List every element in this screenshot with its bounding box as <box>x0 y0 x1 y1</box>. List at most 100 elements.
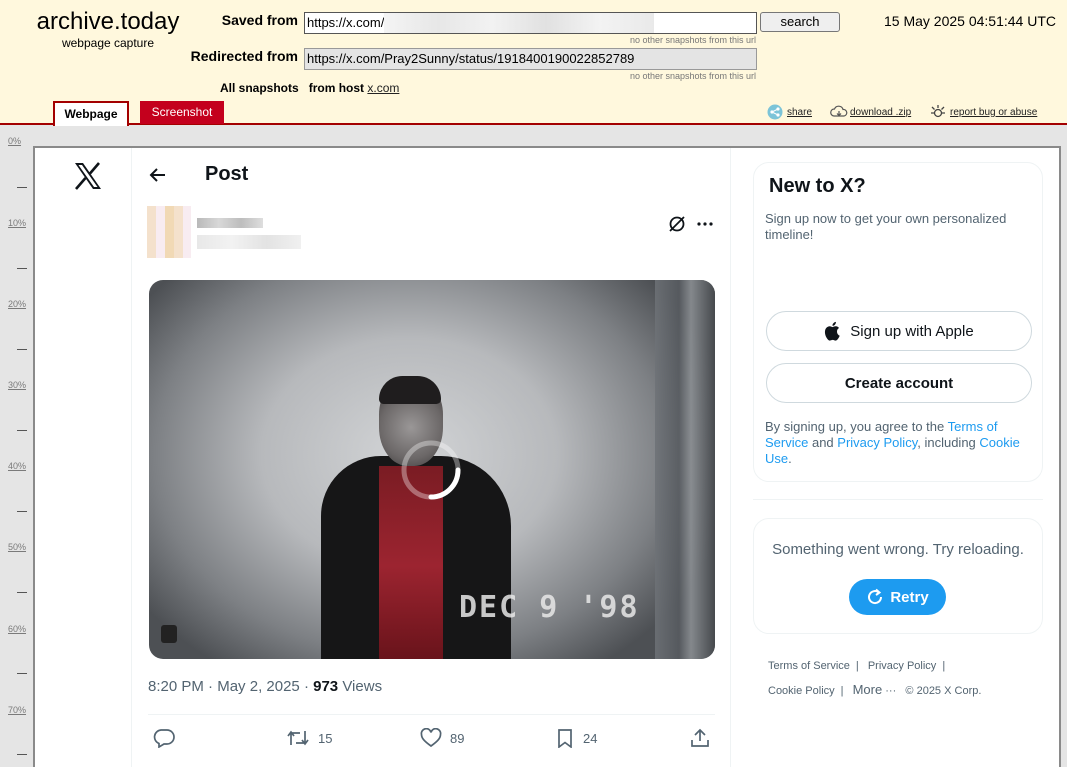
video-figure-cap <box>379 376 441 404</box>
ruler-mark[interactable]: 60% <box>8 624 26 634</box>
views-count: 973 <box>313 678 339 695</box>
ruler-mark[interactable]: 10% <box>8 218 26 228</box>
ruler-mark[interactable]: 50% <box>8 542 26 552</box>
signup-terms-text: By signing up, you agree to the Terms of… <box>765 419 1035 467</box>
create-account-button[interactable]: Create account <box>766 363 1032 403</box>
new-to-x-subtitle: Sign up now to get your own personalized… <box>765 211 1007 242</box>
ruler-mark[interactable]: 20% <box>8 299 26 309</box>
bug-report-icon <box>930 104 946 120</box>
tab-webpage[interactable]: Webpage <box>53 101 129 126</box>
footer-terms-link[interactable]: Terms of Service <box>768 660 850 672</box>
download-action[interactable]: download .zip <box>830 104 911 120</box>
author-handle-redacted[interactable] <box>197 235 301 249</box>
footer-more-label: More <box>852 682 883 697</box>
bookmark-icon <box>558 729 572 748</box>
download-zip-link[interactable]: download .zip <box>850 107 911 118</box>
ruler-tick <box>17 349 27 350</box>
reply-button[interactable] <box>153 728 183 748</box>
like-count: 89 <box>450 730 465 746</box>
video-media-badge-icon <box>161 625 177 643</box>
sign-up-apple-button[interactable]: Sign up with Apple <box>766 311 1032 351</box>
no-other-snapshots-note-2: no other snapshots from this url <box>629 71 756 81</box>
cloud-download-icon <box>830 104 848 120</box>
all-snapshots-line: All snapshots from host x.com <box>220 81 399 95</box>
retweet-icon <box>287 730 309 746</box>
upload-share-icon <box>691 728 709 747</box>
ruler-tick <box>17 511 27 512</box>
like-button[interactable]: 89 <box>420 728 464 748</box>
footer-more-link[interactable]: More ··· <box>852 682 897 697</box>
terms-end: . <box>788 451 792 466</box>
archive-logo-text[interactable]: archive.today <box>36 8 180 36</box>
author-name-redacted[interactable] <box>197 218 263 228</box>
x-logo-icon[interactable] <box>73 162 103 190</box>
retweet-button[interactable]: 15 <box>286 728 332 748</box>
ruler-mark[interactable]: 40% <box>8 461 26 471</box>
scroll-ruler: 0% 10% 20% 30% 40% 50% 60% 70% <box>0 128 32 767</box>
new-to-x-title: New to X? <box>769 175 866 197</box>
report-action[interactable]: report bug or abuse <box>930 104 1037 120</box>
ruler-tick <box>17 673 27 674</box>
no-other-snapshots-note: no other snapshots from this url <box>629 35 756 45</box>
ruler-tick <box>17 187 27 188</box>
terms-and: and <box>808 435 838 450</box>
new-to-x-card: New to X? Sign up now to get your own pe… <box>753 162 1043 482</box>
author-avatar[interactable] <box>147 206 191 258</box>
all-snapshots-label: All snapshots <box>220 81 299 95</box>
host-link[interactable]: x.com <box>367 81 399 95</box>
footer-separator: | <box>840 685 844 697</box>
back-arrow-icon[interactable] <box>148 165 168 185</box>
post-timestamp-line: 8:20 PM · May 2, 2025 · 973 Views <box>148 678 383 695</box>
column-divider <box>131 148 132 767</box>
grok-icon[interactable] <box>668 215 686 233</box>
more-options-icon[interactable] <box>695 215 715 233</box>
redirected-from-label: Redirected from <box>190 48 298 64</box>
privacy-policy-link[interactable]: Privacy Policy <box>837 435 917 450</box>
ruler-mark[interactable]: 70% <box>8 705 26 715</box>
archive-brand[interactable]: archive.today webpage capture <box>36 8 180 50</box>
tab-screenshot[interactable]: Screenshot <box>140 101 224 124</box>
ruler-mark[interactable]: 0% <box>8 136 21 146</box>
share-icon <box>767 104 783 120</box>
retweet-count: 15 <box>318 730 333 746</box>
post-time[interactable]: 8:20 PM <box>148 678 204 695</box>
archive-header: archive.today webpage capture Saved from… <box>0 0 1067 126</box>
saved-from-label: Saved from <box>221 12 298 28</box>
ruler-tick <box>17 592 27 593</box>
from-host-label: from host <box>308 81 365 95</box>
post-date[interactable]: May 2, 2025 <box>217 678 300 695</box>
refresh-icon <box>868 588 883 605</box>
bookmark-count: 24 <box>583 730 598 746</box>
ruler-mark[interactable]: 30% <box>8 380 26 390</box>
footer-privacy-link[interactable]: Privacy Policy <box>868 660 936 672</box>
retry-button[interactable]: Retry <box>849 579 946 615</box>
heart-icon <box>420 728 442 748</box>
footer-copyright: © 2025 X Corp. <box>905 685 982 697</box>
share-link[interactable]: share <box>787 107 812 118</box>
capture-timestamp: 15 May 2025 04:51:44 UTC <box>884 13 1056 29</box>
sidebar-divider <box>753 499 1043 500</box>
video-scene-wall <box>655 280 715 659</box>
error-message: Something went wrong. Try reloading. <box>772 541 1024 558</box>
sign-up-apple-label: Sign up with Apple <box>850 322 974 340</box>
saved-from-url-input[interactable]: https://x.com/ <box>304 12 757 34</box>
redacted-url-segment <box>384 13 655 33</box>
saved-from-url-text: https://x.com/ <box>307 15 385 30</box>
redirected-url-input[interactable]: https://x.com/Pray2Sunny/status/19184001… <box>304 48 757 70</box>
post-video[interactable]: DEC 9 '98 <box>149 280 715 659</box>
share-post-button[interactable] <box>689 728 719 748</box>
bookmark-button[interactable]: 24 <box>555 728 597 748</box>
search-button[interactable]: search <box>760 12 840 32</box>
video-date-stamp: DEC 9 '98 <box>459 590 640 625</box>
views-label: Views <box>342 678 383 695</box>
error-card: Something went wrong. Try reloading. Ret… <box>753 518 1043 634</box>
share-action[interactable]: share <box>767 104 812 120</box>
ruler-tick <box>17 268 27 269</box>
loading-spinner-icon <box>400 439 462 501</box>
ruler-tick <box>17 430 27 431</box>
column-divider <box>730 148 731 767</box>
footer-cookie-link[interactable]: Cookie Policy <box>768 685 835 697</box>
report-bug-link[interactable]: report bug or abuse <box>950 107 1037 118</box>
terms-including: , including <box>917 435 980 450</box>
divider <box>148 714 715 715</box>
